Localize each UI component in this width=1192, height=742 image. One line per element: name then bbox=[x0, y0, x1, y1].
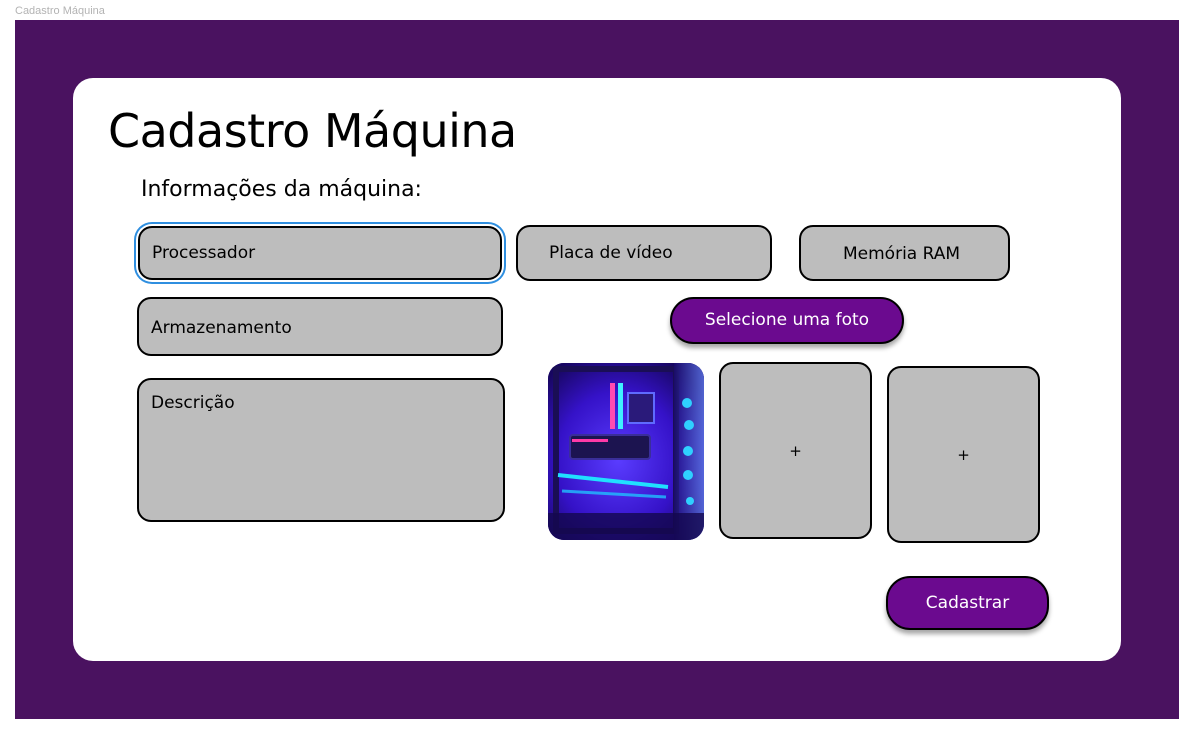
processor-field-placeholder: Processador bbox=[152, 243, 256, 263]
storage-field-placeholder: Armazenamento bbox=[151, 318, 292, 338]
section-title: Informações da máquina: bbox=[141, 177, 422, 202]
select-photo-button[interactable]: Selecione uma foto bbox=[670, 297, 904, 344]
description-field[interactable]: Descrição bbox=[137, 378, 505, 522]
add-photo-plus-icon: + bbox=[957, 445, 970, 464]
add-photo-slot-2[interactable]: + bbox=[887, 366, 1040, 543]
submit-button[interactable]: Cadastrar bbox=[886, 576, 1049, 630]
description-field-placeholder: Descrição bbox=[151, 393, 235, 413]
pc-case-photo-icon bbox=[548, 363, 704, 540]
frame-label: Cadastro Máquina bbox=[15, 5, 105, 17]
gpu-field-placeholder: Placa de vídeo bbox=[549, 243, 673, 263]
page-background: Cadastro Máquina Informações da máquina:… bbox=[15, 20, 1179, 719]
storage-field[interactable]: Armazenamento bbox=[137, 297, 503, 356]
form-card: Cadastro Máquina Informações da máquina:… bbox=[73, 78, 1121, 661]
gpu-field[interactable]: Placa de vídeo bbox=[516, 225, 772, 281]
submit-button-label: Cadastrar bbox=[925, 593, 1010, 613]
ram-field-placeholder: Memória RAM bbox=[843, 244, 961, 264]
add-photo-slot-1[interactable]: + bbox=[719, 362, 872, 539]
ram-field[interactable]: Memória RAM bbox=[799, 225, 1010, 281]
select-photo-label: Selecione uma foto bbox=[704, 310, 870, 330]
add-photo-plus-icon: + bbox=[789, 441, 802, 460]
page-title: Cadastro Máquina bbox=[108, 104, 517, 158]
processor-field[interactable]: Processador bbox=[138, 226, 502, 280]
pc-case-photo-thumbnail[interactable] bbox=[548, 363, 704, 540]
